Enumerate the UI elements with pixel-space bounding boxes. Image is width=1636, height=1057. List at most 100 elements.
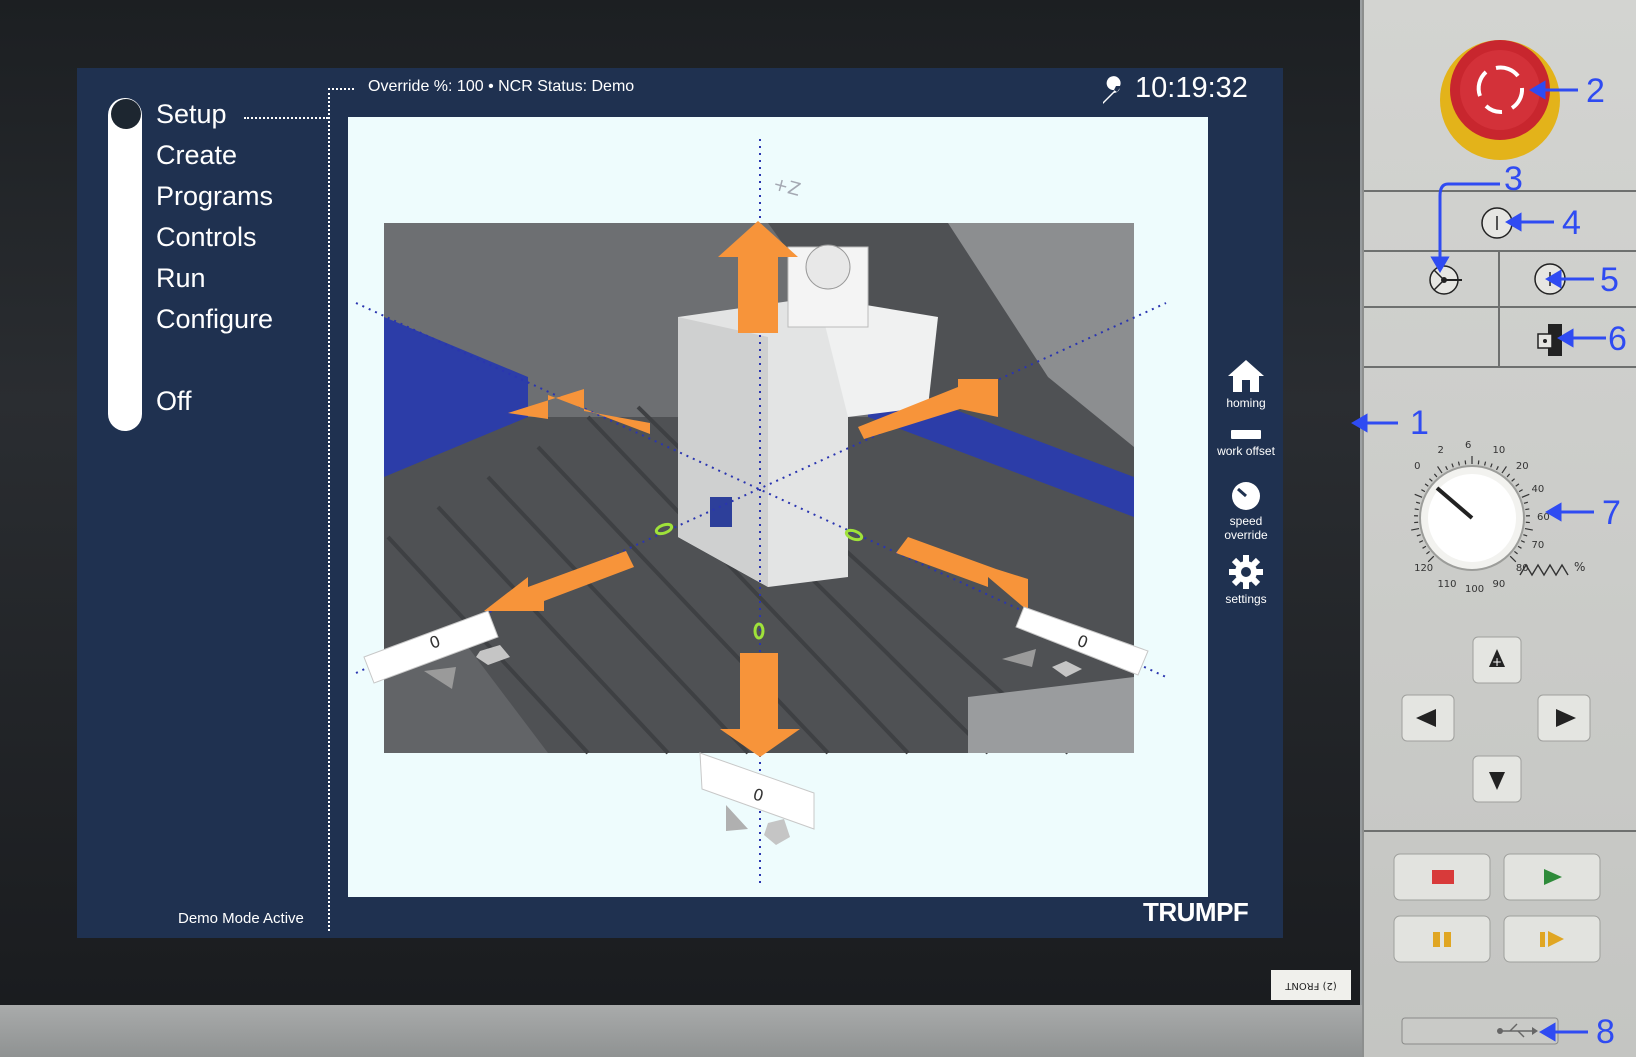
power-switch-icon[interactable] xyxy=(1480,206,1514,240)
tool-work-offset-label: work offset xyxy=(1217,444,1275,458)
dial-tick xyxy=(1414,508,1419,511)
dial-tick xyxy=(1517,545,1522,549)
dial-scale-label: 80 xyxy=(1515,562,1529,574)
dial-tick xyxy=(1414,493,1423,498)
dial-tick xyxy=(1445,466,1449,471)
laser-key-icon[interactable] xyxy=(1424,262,1464,298)
dial-tick xyxy=(1416,501,1421,504)
nav-item-off[interactable]: Off xyxy=(156,386,192,417)
jog-up-button[interactable]: + xyxy=(1471,635,1523,687)
status-separator: • xyxy=(488,78,494,95)
tool-settings[interactable]: settings xyxy=(1210,554,1282,606)
pause-button[interactable] xyxy=(1392,914,1492,964)
panel-divider xyxy=(1364,190,1636,192)
dial-tick xyxy=(1514,550,1518,555)
override-status: Override %: 100 xyxy=(368,78,484,95)
dial-scale-label: 120 xyxy=(1414,562,1434,574)
tool-homing-label: homing xyxy=(1226,396,1266,410)
divider-line xyxy=(328,88,354,90)
dial-tick xyxy=(1427,555,1435,563)
dial-scale-label: 10 xyxy=(1492,445,1506,457)
power-switch-icon[interactable] xyxy=(1533,262,1567,296)
annotation-4: 4 xyxy=(1562,204,1581,242)
dial-scale-label: 110 xyxy=(1437,578,1457,590)
dial-tick xyxy=(1521,493,1530,498)
dial-tick xyxy=(1515,483,1520,487)
dial-tick xyxy=(1523,501,1528,504)
annotation-6: 6 xyxy=(1608,320,1627,358)
demo-mode-label: Demo Mode Active xyxy=(178,910,304,927)
brand-logo: TRUMPF xyxy=(1143,897,1249,927)
dial-tick xyxy=(1421,489,1426,493)
dial-tick xyxy=(1501,466,1507,474)
field-bottom[interactable]: 0 xyxy=(699,752,815,845)
start-button[interactable] xyxy=(1502,852,1602,902)
divider-line xyxy=(328,88,330,931)
nav-item-programs[interactable]: Programs xyxy=(156,181,273,212)
nav-item-setup[interactable]: Setup xyxy=(156,99,227,130)
home-icon xyxy=(1228,360,1264,392)
dial-tick xyxy=(1509,555,1517,563)
emergency-stop-button[interactable] xyxy=(1434,32,1566,162)
tool-homing[interactable]: homing xyxy=(1210,358,1282,410)
nav-slider-knob[interactable] xyxy=(111,99,141,129)
dial-scale-label: 100 xyxy=(1465,584,1485,595)
jog-right-button[interactable] xyxy=(1536,693,1592,745)
dial-tick xyxy=(1426,550,1430,555)
nav-item-configure[interactable]: Configure xyxy=(156,304,273,335)
annotation-1: 1 xyxy=(1410,404,1429,442)
nav-connector xyxy=(244,117,328,119)
gear-icon xyxy=(1229,555,1263,589)
dial-tick xyxy=(1506,473,1511,478)
dial-scale-label: 20 xyxy=(1515,461,1529,473)
dial-scale-label: 90 xyxy=(1492,578,1506,590)
nav-item-controls[interactable]: Controls xyxy=(156,222,257,253)
dial-scale-label: 2 xyxy=(1437,445,1444,457)
dial-tick xyxy=(1429,478,1433,482)
tool-speed-override[interactable]: speed override xyxy=(1210,480,1282,542)
tool-settings-label: settings xyxy=(1225,592,1267,606)
door-lock-icon[interactable] xyxy=(1534,320,1568,360)
annotation-7: 7 xyxy=(1602,494,1621,532)
gauge-icon xyxy=(1232,482,1260,510)
dial-scale-label: 70 xyxy=(1531,539,1545,551)
panel-divider xyxy=(1364,306,1636,308)
dial-scale-label: 0 xyxy=(1414,461,1421,473)
dial-tick xyxy=(1495,466,1499,471)
dial-tick xyxy=(1411,527,1420,531)
usb-port[interactable] xyxy=(1400,1016,1560,1046)
dial-scale-label: 60 xyxy=(1537,512,1550,523)
machine-3d-view[interactable]: +Z 0 0 0 xyxy=(348,117,1208,897)
dial-tick xyxy=(1451,463,1454,468)
work-offset-icon xyxy=(1231,430,1261,439)
dial-tick xyxy=(1419,540,1424,543)
dial-tick xyxy=(1511,478,1515,482)
dial-tick xyxy=(1490,463,1493,468)
hmi-screen: Setup Create Programs Controls Run Confi… xyxy=(77,68,1283,938)
annotation-2: 2 xyxy=(1586,72,1605,110)
dial-tick xyxy=(1523,534,1528,537)
nav-item-create[interactable]: Create xyxy=(156,140,237,171)
dial-tick xyxy=(1520,540,1525,543)
stop-button[interactable] xyxy=(1392,852,1492,902)
jog-left-button[interactable] xyxy=(1400,693,1456,745)
step-button[interactable] xyxy=(1502,914,1602,964)
svg-text:+: + xyxy=(1492,655,1502,669)
front-sticker: (2) FRONT xyxy=(1271,970,1351,1000)
tool-speed-override-label: speed override xyxy=(1224,514,1268,542)
axis-z-label: +Z xyxy=(771,174,803,201)
wrench-icon[interactable] xyxy=(1098,76,1128,106)
annotation-8: 8 xyxy=(1596,1013,1615,1051)
dial-units: % xyxy=(1574,560,1586,574)
panel-divider xyxy=(1498,250,1500,366)
panel-divider xyxy=(1364,830,1636,832)
nav-item-run[interactable]: Run xyxy=(156,263,206,294)
nav-slider-track[interactable] xyxy=(108,98,142,431)
ncr-status: NCR Status: Demo xyxy=(498,78,635,95)
machine-view-panel[interactable]: +Z 0 0 0 xyxy=(348,117,1208,897)
tool-work-offset[interactable]: work offset xyxy=(1210,426,1282,458)
dial-tick xyxy=(1416,534,1421,537)
jog-down-button[interactable] xyxy=(1471,754,1523,806)
annotation-5: 5 xyxy=(1600,261,1619,299)
control-panel: % + 0 2 6 10 20 40 60 70 80 90 100 110 1… xyxy=(1362,0,1636,1057)
